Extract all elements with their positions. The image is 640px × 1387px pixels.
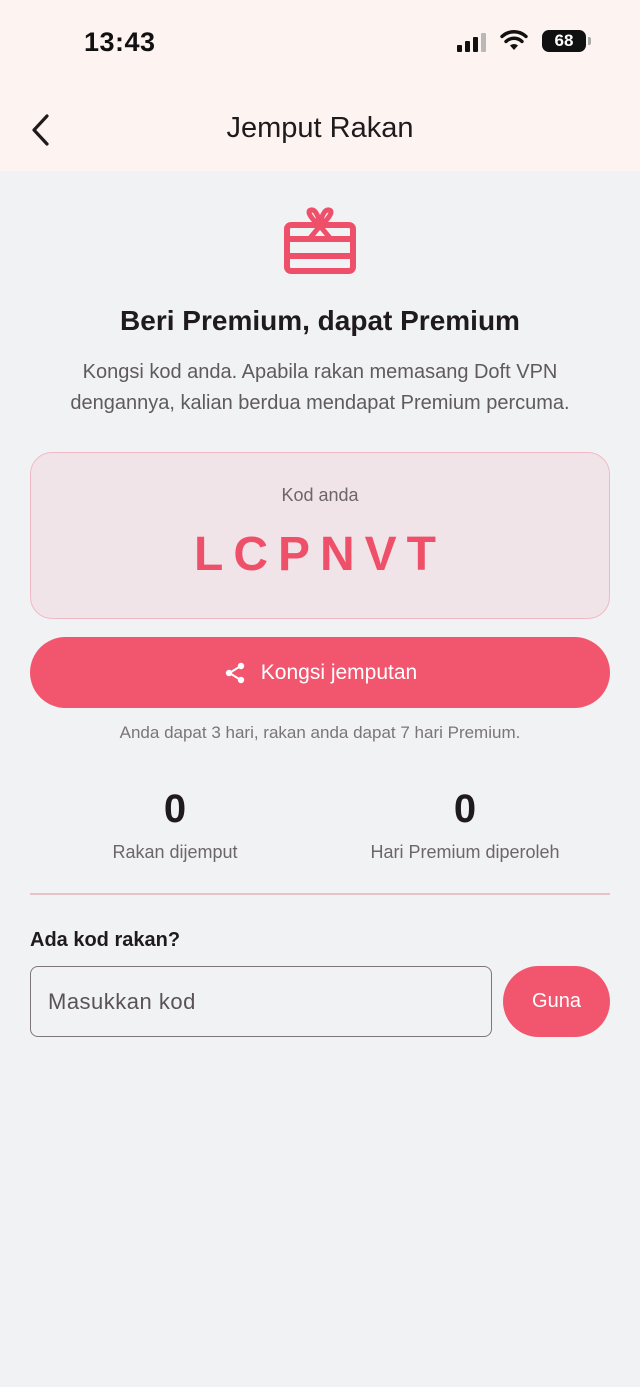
friend-code-input[interactable]	[30, 966, 492, 1037]
share-icon	[225, 662, 244, 683]
wifi-icon	[500, 30, 528, 50]
stat-value: 0	[163, 787, 187, 831]
referral-code-card: Kod anda LCPNVT	[30, 452, 610, 619]
stat-caption: Hari Premium diperoleh	[370, 842, 560, 862]
status-time: 13:43	[84, 27, 156, 57]
referral-code: LCPNVT	[194, 528, 446, 581]
status-icons: 68	[457, 30, 591, 52]
cellular-signal-icon	[457, 30, 486, 52]
stat-premium-days-earned: 0 Hari Premium diperoleh	[320, 786, 610, 863]
stat-friends-invited: 0 Rakan dijemput	[30, 786, 320, 863]
stat-value: 0	[453, 787, 477, 831]
code-label: Kod anda	[281, 485, 359, 505]
top-app-bar: 13:43 68 Jemput Rakan	[0, 0, 640, 171]
battery-indicator: 68	[542, 30, 591, 52]
share-invite-button[interactable]: Kongsi jemputan	[30, 637, 610, 708]
share-button-label: Kongsi jemputan	[260, 660, 418, 684]
stat-caption: Rakan dijemput	[112, 842, 238, 862]
headline: Beri Premium, dapat Premium	[120, 305, 520, 336]
apply-code-button[interactable]: Guna	[503, 966, 610, 1037]
reward-note: Anda dapat 3 hari, rakan anda dapat 7 ha…	[119, 723, 521, 742]
description-text: Kongsi kod anda. Apabila rakan memasang …	[70, 361, 570, 414]
page-title: Jemput Rakan	[226, 112, 414, 144]
friend-code-label: Ada kod rakan?	[30, 929, 181, 951]
divider	[30, 893, 610, 895]
gift-card-icon	[284, 207, 356, 274]
